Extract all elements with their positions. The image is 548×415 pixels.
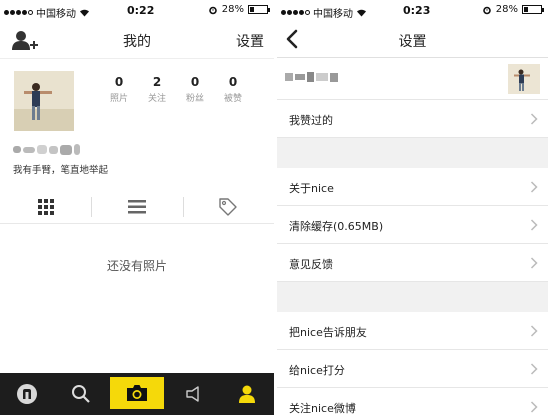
tab-tags[interactable] — [182, 190, 274, 223]
profile-icon — [239, 385, 255, 403]
tab-home[interactable] — [0, 373, 54, 415]
avatar[interactable] — [14, 71, 74, 131]
page-title: 设置 — [398, 34, 427, 50]
username-redacted — [13, 144, 80, 155]
settings-item-liked[interactable]: 我赞过的 — [277, 100, 548, 138]
chevron-right-icon — [530, 257, 538, 269]
avatar-photo — [14, 71, 74, 131]
tab-search[interactable] — [54, 373, 108, 415]
status-bar: 中国移动 0:22 28% — [0, 0, 274, 22]
profile-screen: 中国移动 0:22 28% 我的 设置 0 照片 2 关注 0 粉丝 0 被赞 … — [0, 0, 274, 415]
account-name-redacted — [285, 72, 338, 82]
alarm-icon — [208, 6, 217, 14]
chevron-right-icon — [530, 113, 538, 125]
settings-item-rate[interactable]: 给nice打分 — [277, 350, 548, 388]
stat-following[interactable]: 2 关注 — [138, 75, 176, 104]
stat-label: 关注 — [147, 94, 166, 104]
settings-group-account: 我赞过的 — [277, 58, 548, 138]
settings-button[interactable]: 设置 — [236, 31, 264, 51]
signal-icon — [4, 10, 33, 15]
settings-item-label: 意见反馈 — [289, 258, 333, 271]
nav-bar: 我的 设置 — [0, 22, 274, 58]
stat-value: 0 — [114, 75, 124, 89]
settings-item-tell-friends[interactable]: 把nice告诉朋友 — [277, 312, 548, 350]
battery-icon — [522, 5, 544, 14]
stat-photos[interactable]: 0 照片 — [100, 75, 138, 104]
tag-icon — [219, 197, 238, 216]
carrier-label: 中国移动 — [313, 9, 353, 20]
profile-bio: 我有手臂，笔直地举起 — [13, 165, 109, 176]
chevron-right-icon — [530, 325, 538, 337]
signal-icon — [281, 10, 310, 15]
bottom-tab-bar — [0, 373, 274, 415]
settings-group-share: 把nice告诉朋友 给nice打分 关注nice微博 — [277, 312, 548, 415]
page-title: 我的 — [123, 34, 151, 50]
stat-label: 被赞 — [223, 94, 242, 104]
wifi-icon — [80, 9, 89, 17]
settings-item-label: 给nice打分 — [289, 364, 345, 377]
settings-group-app: 关于nice 清除缓存(0.65MB) 意见反馈 — [277, 168, 548, 282]
search-icon — [72, 385, 90, 403]
home-icon — [17, 384, 37, 404]
camera-icon — [127, 385, 147, 401]
battery-percent: 28% — [495, 4, 518, 15]
tab-grid[interactable] — [0, 190, 91, 223]
section-gap — [277, 282, 548, 312]
settings-item-feedback[interactable]: 意见反馈 — [277, 244, 548, 282]
settings-item-label: 清除缓存(0.65MB) — [289, 220, 384, 233]
stat-likes[interactable]: 0 被赞 — [214, 75, 252, 104]
stat-value: 0 — [228, 75, 238, 89]
notification-icon — [186, 386, 199, 402]
status-bar: 中国移动 0:23 28% — [277, 0, 548, 22]
alarm-icon — [482, 6, 491, 14]
account-avatar — [508, 64, 540, 94]
tab-camera[interactable] — [110, 377, 164, 409]
settings-item-clear-cache[interactable]: 清除缓存(0.65MB) — [277, 206, 548, 244]
stat-followers[interactable]: 0 粉丝 — [176, 75, 214, 104]
settings-item-label: 我赞过的 — [289, 114, 333, 127]
settings-item-label: 关于nice — [289, 182, 334, 195]
carrier-label: 中国移动 — [36, 9, 76, 20]
account-row[interactable] — [277, 58, 548, 100]
profile-stats: 0 照片 2 关注 0 粉丝 0 被赞 — [100, 75, 252, 104]
grid-icon — [37, 198, 54, 215]
settings-item-follow-weibo[interactable]: 关注nice微博 — [277, 388, 548, 415]
view-mode-tabs — [0, 190, 274, 224]
chevron-right-icon — [530, 401, 538, 413]
list-icon — [127, 199, 146, 213]
chevron-right-icon — [530, 219, 538, 231]
profile-header: 0 照片 2 关注 0 粉丝 0 被赞 — [0, 58, 274, 142]
tab-notifications[interactable] — [166, 373, 220, 415]
stat-label: 照片 — [109, 94, 128, 104]
stat-label: 粉丝 — [185, 94, 204, 104]
empty-photos-message: 还没有照片 — [106, 259, 167, 273]
status-time: 0:22 — [127, 4, 155, 17]
stat-value: 2 — [152, 75, 162, 89]
chevron-right-icon — [530, 181, 538, 193]
tab-profile[interactable] — [220, 373, 274, 415]
stat-value: 0 — [190, 75, 200, 89]
battery-icon — [248, 5, 270, 14]
nav-bar: 设置 — [277, 22, 548, 58]
profile-name-area: 我有手臂，笔直地举起 — [0, 142, 274, 184]
settings-item-label: 把nice告诉朋友 — [289, 326, 367, 339]
status-time: 0:23 — [403, 4, 431, 17]
settings-screen: 中国移动 0:23 28% 设置 我赞过的 关于nice 清除缓存(0.65MB… — [277, 0, 548, 415]
battery-percent: 28% — [221, 4, 244, 15]
wifi-icon — [357, 9, 366, 17]
section-gap — [277, 138, 548, 168]
settings-item-about[interactable]: 关于nice — [277, 168, 548, 206]
chevron-right-icon — [530, 363, 538, 375]
settings-item-label: 关注nice微博 — [289, 402, 356, 415]
tab-list[interactable] — [91, 190, 182, 223]
